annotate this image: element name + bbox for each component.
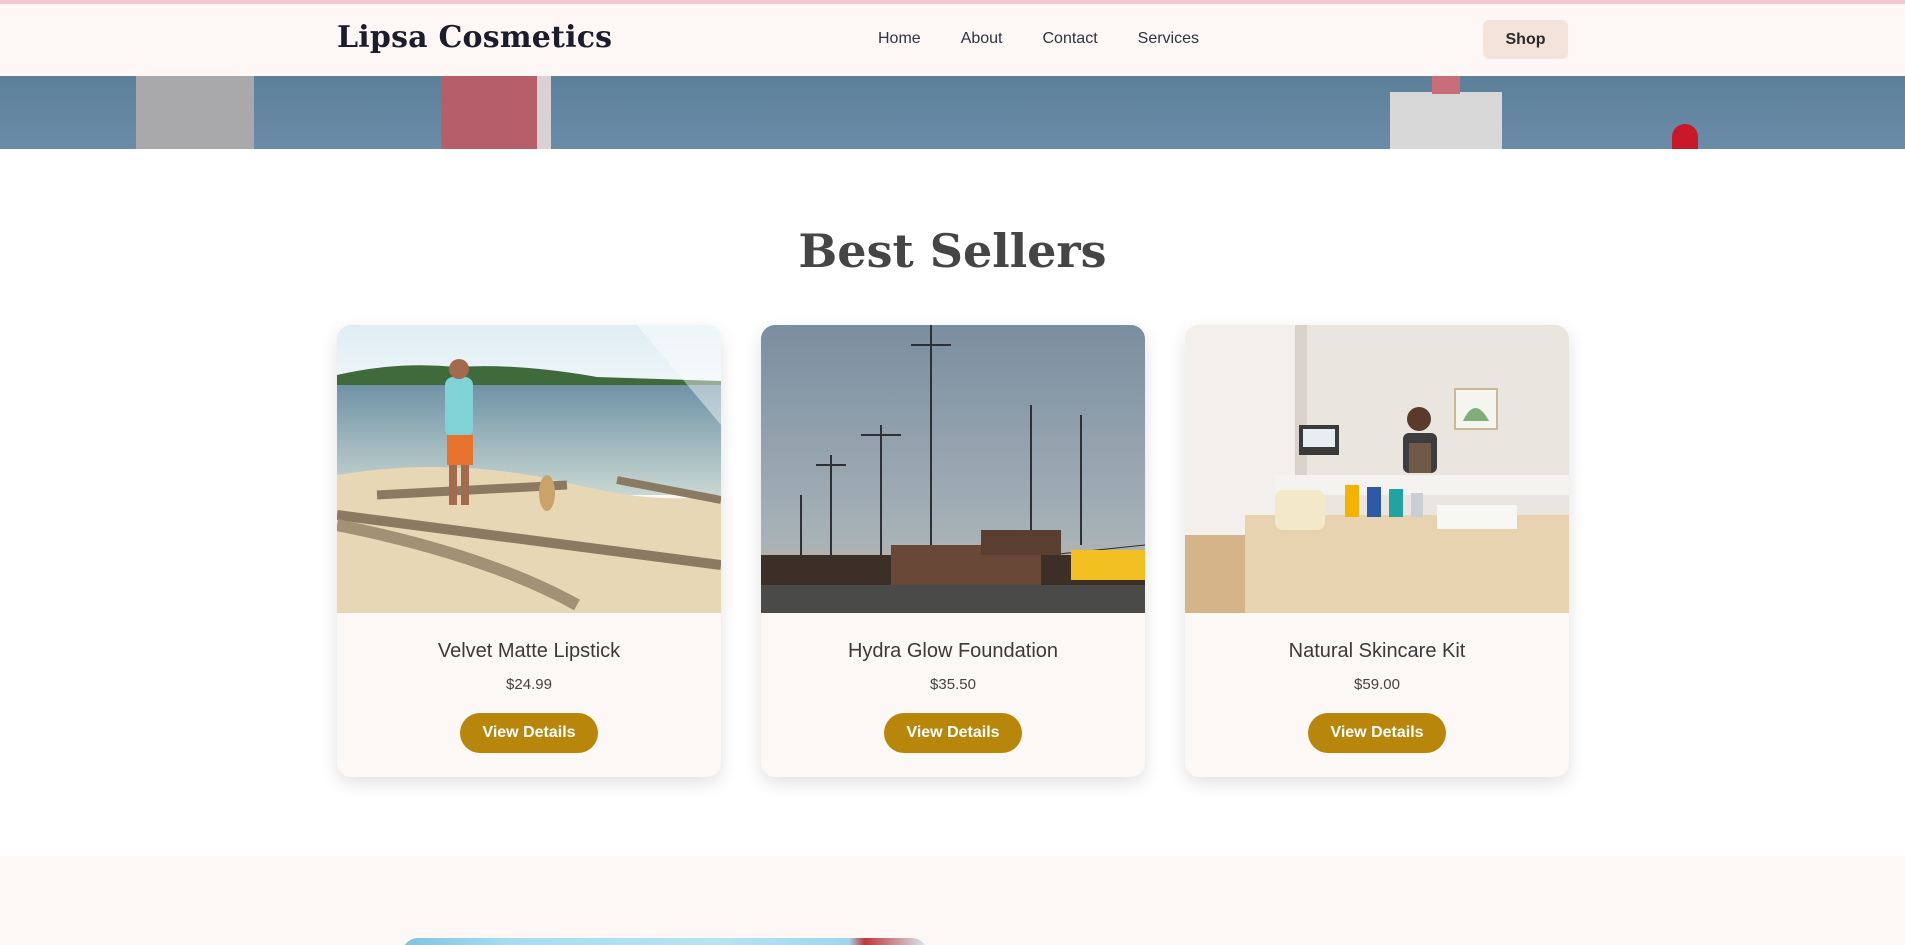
product-price: $24.99 xyxy=(506,676,552,693)
view-details-button[interactable]: View Details xyxy=(460,713,598,753)
product-card: Velvet Matte Lipstick $24.99 View Detail… xyxy=(337,325,721,777)
main-nav: Home About Contact Services xyxy=(878,30,1199,48)
product-price: $35.50 xyxy=(930,676,976,693)
nav-about[interactable]: About xyxy=(961,30,1003,48)
product-image-antennas xyxy=(761,325,1145,613)
product-image-shop xyxy=(1185,325,1569,613)
site-header: Lipsa Cosmetics Home About Contact Servi… xyxy=(0,4,1905,76)
nav-contact[interactable]: Contact xyxy=(1043,30,1098,48)
section-image-peek xyxy=(402,938,928,945)
site-logo[interactable]: Lipsa Cosmetics xyxy=(337,20,612,55)
product-image-beach xyxy=(337,325,721,613)
best-sellers-title: Best Sellers xyxy=(798,224,1107,278)
product-name: Natural Skincare Kit xyxy=(1288,640,1466,662)
next-section xyxy=(0,856,1905,945)
hero-banner-image xyxy=(0,76,1905,149)
nav-home[interactable]: Home xyxy=(878,30,921,48)
product-name: Hydra Glow Foundation xyxy=(847,640,1059,662)
product-name: Velvet Matte Lipstick xyxy=(437,640,621,662)
product-card: Hydra Glow Foundation $35.50 View Detail… xyxy=(761,325,1145,777)
view-details-button[interactable]: View Details xyxy=(1308,713,1446,753)
product-card: Natural Skincare Kit $59.00 View Details xyxy=(1185,325,1569,777)
product-price: $59.00 xyxy=(1354,676,1400,693)
nav-services[interactable]: Services xyxy=(1138,30,1199,48)
view-details-button[interactable]: View Details xyxy=(884,713,1022,753)
shop-button[interactable]: Shop xyxy=(1483,20,1568,59)
